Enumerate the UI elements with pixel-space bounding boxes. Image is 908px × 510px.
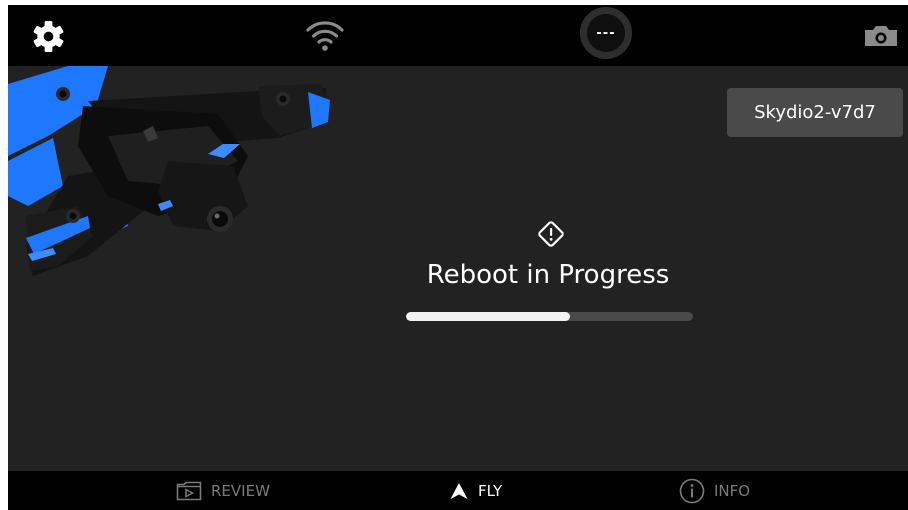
status-readout: --- (596, 25, 616, 41)
camera-icon[interactable] (863, 24, 899, 48)
arrow-up-icon (450, 482, 468, 499)
top-bar: --- (8, 5, 908, 66)
tab-fly[interactable]: FLY (449, 471, 502, 510)
flight-status-indicator[interactable]: --- (580, 7, 632, 59)
tab-info[interactable]: INFO (679, 471, 750, 510)
reboot-progress-bar (406, 312, 693, 321)
device-name-badge[interactable]: Skydio2-v7d7 (727, 88, 903, 137)
info-icon (679, 478, 705, 503)
tab-info-label: INFO (714, 481, 751, 500)
warning-diamond-icon (538, 221, 564, 247)
progress-fill (406, 312, 570, 321)
main-view: Skydio2-v7d7 Reboot in Progress (8, 66, 908, 471)
status-title: Reboot in Progress (426, 260, 670, 290)
gear-icon[interactable] (32, 20, 65, 53)
play-folder-icon (176, 481, 202, 500)
wifi-icon[interactable] (305, 19, 345, 53)
drone-image (8, 66, 330, 276)
tab-review-label: REVIEW (211, 481, 270, 500)
tab-fly-label: FLY (478, 481, 503, 500)
bottom-nav: REVIEW FLY INFO (8, 471, 908, 510)
app-window: --- Skydio2-v7d7 Reboot in Progress REVI… (8, 5, 908, 510)
tab-review[interactable]: REVIEW (176, 471, 270, 510)
